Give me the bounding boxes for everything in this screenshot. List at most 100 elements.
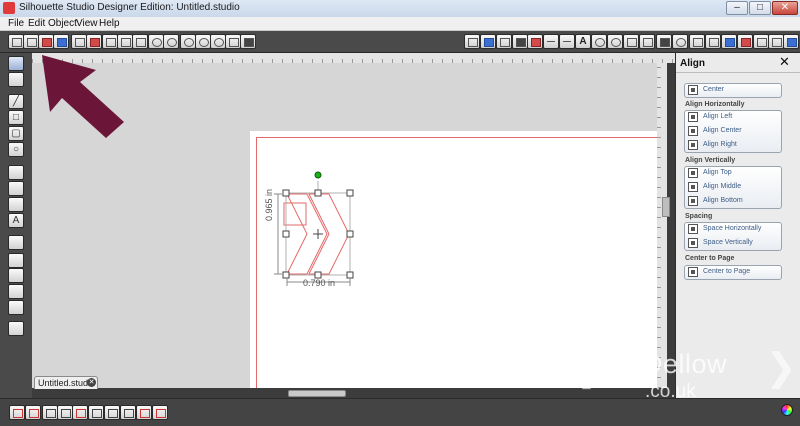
library-icon[interactable] <box>8 268 24 283</box>
center-to-page-group: Center to Page <box>684 265 782 280</box>
modify-icon[interactable] <box>689 34 705 49</box>
rotate-icon[interactable] <box>607 34 623 49</box>
horizontal-ruler <box>32 53 675 63</box>
registration-icon[interactable] <box>768 34 784 49</box>
menu-view[interactable]: View <box>76 18 98 29</box>
send-to-back-icon[interactable] <box>152 405 168 420</box>
zoom-out-icon[interactable] <box>195 34 211 49</box>
vertical-ruler <box>657 63 667 388</box>
delete-icon[interactable] <box>88 405 104 420</box>
center-button[interactable]: Center <box>685 84 781 97</box>
new-document-icon[interactable] <box>8 34 24 49</box>
align-top-label: Align Top <box>703 169 732 176</box>
align-right-label: Align Right <box>703 141 737 148</box>
fit-page-icon[interactable] <box>240 34 256 49</box>
transform-icon[interactable] <box>591 34 607 49</box>
minimize-button[interactable]: – <box>726 1 748 15</box>
gradient-icon[interactable] <box>480 34 496 49</box>
align-center-button[interactable]: Align Center <box>685 125 781 138</box>
rectangle-icon[interactable]: □ <box>8 110 24 125</box>
menu-edit[interactable]: Edit <box>28 18 45 29</box>
menu-file[interactable]: File <box>8 18 24 29</box>
select-icon[interactable] <box>8 56 24 71</box>
group-icon[interactable] <box>9 405 25 420</box>
trace-icon[interactable] <box>721 34 737 49</box>
cut-settings-icon[interactable] <box>8 300 24 315</box>
store-icon[interactable] <box>8 284 24 299</box>
print-cut-icon[interactable] <box>86 34 102 49</box>
save-to-library-icon[interactable] <box>53 34 69 49</box>
text-style-icon[interactable]: A <box>575 34 591 49</box>
menu-help[interactable]: Help <box>99 18 120 29</box>
ellipse-icon[interactable]: ○ <box>8 142 24 157</box>
eraser-icon[interactable] <box>8 235 24 250</box>
line-style-icon[interactable] <box>543 34 559 49</box>
sketch-icon[interactable] <box>753 34 769 49</box>
close-panel-icon[interactable]: ✕ <box>779 55 790 69</box>
polygon-icon[interactable] <box>8 165 24 180</box>
pan-icon[interactable] <box>225 34 241 49</box>
align-horizontally-heading: Align Horizontally <box>685 101 745 108</box>
align-top-button[interactable]: Align Top <box>685 167 781 180</box>
zoom-in-icon[interactable] <box>180 34 196 49</box>
close-window-button[interactable]: ✕ <box>772 1 798 15</box>
align-center-label: Align Center <box>703 127 742 134</box>
zoom-select-icon[interactable] <box>210 34 226 49</box>
text-icon[interactable]: A <box>8 213 24 228</box>
offset-icon[interactable] <box>705 34 721 49</box>
center-label: Center <box>703 86 725 93</box>
space-vertically-icon <box>688 238 698 248</box>
cut-style-icon[interactable] <box>527 34 543 49</box>
bring-forward-icon[interactable] <box>104 405 120 420</box>
document-tab[interactable]: Untitled.studio ✕ <box>34 376 98 389</box>
selected-chevron-shapes[interactable] <box>32 63 657 388</box>
redo-icon[interactable] <box>163 34 179 49</box>
align-right-button[interactable]: Align Right <box>685 139 781 152</box>
menu-object[interactable]: Object <box>48 18 77 29</box>
knife-icon[interactable] <box>8 253 24 268</box>
horizontal-scrollbar-thumb[interactable] <box>288 390 346 397</box>
align-icon[interactable] <box>656 34 672 49</box>
line-weight-icon[interactable] <box>559 34 575 49</box>
line-icon[interactable]: ╱ <box>8 94 24 109</box>
open-icon[interactable] <box>23 34 39 49</box>
print-icon[interactable] <box>71 34 87 49</box>
ungroup-icon[interactable] <box>25 405 41 420</box>
color-wheel-icon[interactable] <box>781 404 793 416</box>
cut-icon[interactable] <box>132 34 148 49</box>
pattern-icon[interactable] <box>496 34 512 49</box>
space-vertically-button[interactable]: Space Vertically <box>685 237 781 250</box>
replicate-icon[interactable] <box>672 34 688 49</box>
move-icon[interactable] <box>639 34 655 49</box>
align-left-button[interactable]: Align Left <box>685 111 781 124</box>
align-bottom-button[interactable]: Align Bottom <box>685 195 781 208</box>
send-backward-icon[interactable] <box>120 405 136 420</box>
copy-icon[interactable] <box>102 34 118 49</box>
grid-icon[interactable] <box>783 34 799 49</box>
point-edit-icon[interactable] <box>8 72 24 87</box>
rounded-rectangle-icon[interactable]: ▢ <box>8 126 24 141</box>
scale-icon[interactable] <box>623 34 639 49</box>
page-setup-icon[interactable] <box>737 34 753 49</box>
line-color-icon[interactable] <box>512 34 528 49</box>
vertical-scrollbar-thumb[interactable] <box>662 197 670 217</box>
bring-to-front-icon[interactable] <box>136 405 152 420</box>
center-to-page-heading: Center to Page <box>685 255 735 262</box>
release-compound-path-icon[interactable] <box>57 405 73 420</box>
maximize-button[interactable]: □ <box>749 1 771 15</box>
weld-icon[interactable] <box>72 405 88 420</box>
watermark-bracket-right: ❯ <box>765 347 797 389</box>
paste-icon[interactable] <box>117 34 133 49</box>
close-tab-icon[interactable]: ✕ <box>87 378 96 387</box>
fill-color-icon[interactable] <box>464 34 480 49</box>
align-middle-button[interactable]: Align Middle <box>685 181 781 194</box>
freehand-icon[interactable] <box>8 197 24 212</box>
design-canvas[interactable]: 0.965 in 0.790 in <box>32 63 657 388</box>
curve-icon[interactable] <box>8 181 24 196</box>
center-to-page-button[interactable]: Center to Page <box>685 266 781 279</box>
make-compound-path-icon[interactable] <box>42 405 58 420</box>
undo-icon[interactable] <box>148 34 164 49</box>
save-icon[interactable] <box>38 34 54 49</box>
send-to-cutter-icon[interactable] <box>8 321 24 336</box>
space-horizontally-button[interactable]: Space Horizontally <box>685 223 781 236</box>
